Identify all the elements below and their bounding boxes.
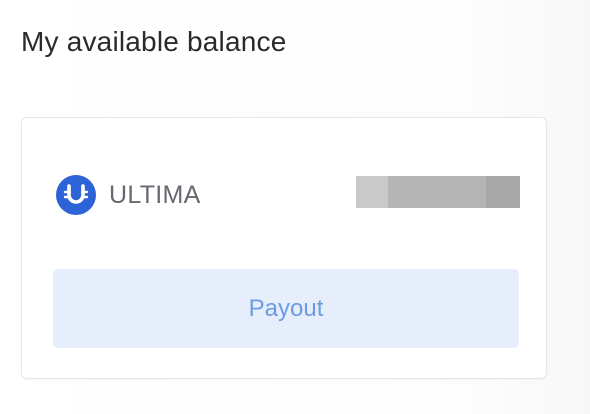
token-row: ULTIMA bbox=[56, 174, 520, 216]
payout-button[interactable]: Payout bbox=[53, 269, 519, 348]
ultima-logo-icon bbox=[56, 175, 96, 215]
balance-page: My available balance ULTIMA Payout bbox=[0, 0, 590, 414]
token-name: ULTIMA bbox=[109, 180, 201, 209]
balance-amount-blurred bbox=[356, 176, 520, 208]
balance-card: ULTIMA Payout bbox=[21, 117, 547, 379]
page-title: My available balance bbox=[21, 26, 287, 57]
